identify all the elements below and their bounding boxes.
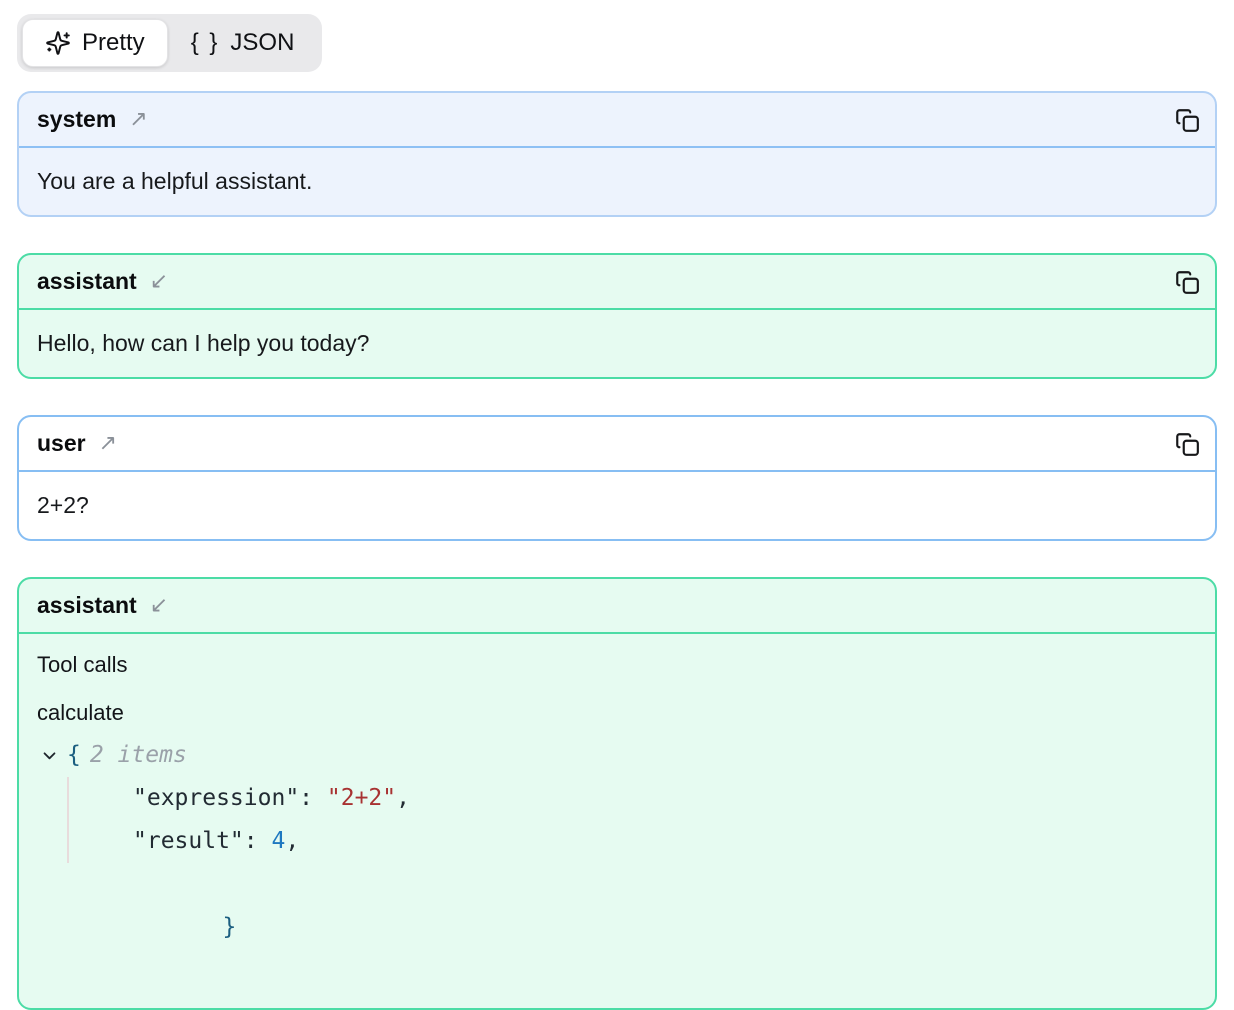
message-card-system: system ↗ You are a helpful assistant. bbox=[17, 91, 1217, 217]
json-open-brace: { bbox=[67, 734, 81, 777]
card-header: system ↗ bbox=[19, 93, 1215, 148]
copy-icon bbox=[1174, 431, 1200, 457]
role-label: assistant bbox=[37, 592, 137, 619]
tool-calls-body: Tool calls calculate { 2 items "expressi… bbox=[19, 634, 1215, 1008]
role-label: assistant bbox=[37, 268, 137, 295]
message-card-assistant-tool: assistant ↙ Tool calls calculate { 2 ite… bbox=[17, 577, 1217, 1010]
message-content: Hello, how can I help you today? bbox=[19, 310, 1215, 377]
json-key: "result": bbox=[133, 828, 271, 854]
copy-button[interactable] bbox=[1174, 431, 1200, 457]
card-header: user ↗ bbox=[19, 417, 1215, 472]
json-root-line: { 2 items bbox=[41, 734, 1197, 777]
role-label: user bbox=[37, 430, 86, 457]
json-value: "2+2" bbox=[327, 785, 396, 811]
json-tree: { 2 items "expression": "2+2", "result":… bbox=[41, 734, 1197, 992]
message-content: You are a helpful assistant. bbox=[19, 148, 1215, 215]
arrow-down-left-icon: ↙ bbox=[150, 271, 168, 293]
message-card-assistant: assistant ↙ Hello, how can I help you to… bbox=[17, 253, 1217, 379]
json-value: 4 bbox=[271, 828, 285, 854]
arrow-up-right-icon: ↗ bbox=[129, 109, 147, 131]
copy-icon bbox=[1174, 107, 1200, 133]
json-comma: , bbox=[396, 785, 410, 811]
json-key: "expression": bbox=[133, 785, 327, 811]
tab-pretty[interactable]: Pretty bbox=[22, 19, 168, 67]
arrow-down-left-icon: ↙ bbox=[150, 595, 168, 617]
prompt-viewer: Pretty { } JSON system ↗ You are a help bbox=[0, 0, 1234, 1010]
tab-json-label: JSON bbox=[230, 31, 294, 55]
tool-name: calculate bbox=[37, 700, 1197, 726]
card-header: assistant ↙ bbox=[19, 255, 1215, 310]
copy-button[interactable] bbox=[1174, 269, 1200, 295]
json-close-line: } bbox=[41, 863, 1197, 992]
message-card-user: user ↗ 2+2? bbox=[17, 415, 1217, 541]
json-entry: "result": 4, bbox=[133, 820, 1197, 863]
tab-json[interactable]: { } JSON bbox=[168, 20, 318, 66]
tab-pretty-label: Pretty bbox=[82, 31, 145, 55]
card-header: assistant ↙ bbox=[19, 579, 1215, 634]
json-close-brace: } bbox=[222, 914, 236, 940]
braces-icon: { } bbox=[191, 31, 220, 55]
json-items-count: 2 items bbox=[90, 734, 187, 777]
tool-calls-section-label: Tool calls bbox=[37, 652, 1197, 678]
json-entry: "expression": "2+2", bbox=[133, 777, 1197, 820]
json-comma: , bbox=[285, 828, 299, 854]
sparkles-icon bbox=[45, 30, 71, 56]
copy-icon bbox=[1174, 269, 1200, 295]
role-label: system bbox=[37, 106, 116, 133]
collapse-chevron-icon[interactable] bbox=[41, 747, 58, 764]
json-children: "expression": "2+2", "result": 4, bbox=[67, 777, 1197, 863]
copy-button[interactable] bbox=[1174, 107, 1200, 133]
message-content: 2+2? bbox=[19, 472, 1215, 539]
view-toggle: Pretty { } JSON bbox=[17, 14, 322, 72]
arrow-up-right-icon: ↗ bbox=[99, 433, 117, 455]
